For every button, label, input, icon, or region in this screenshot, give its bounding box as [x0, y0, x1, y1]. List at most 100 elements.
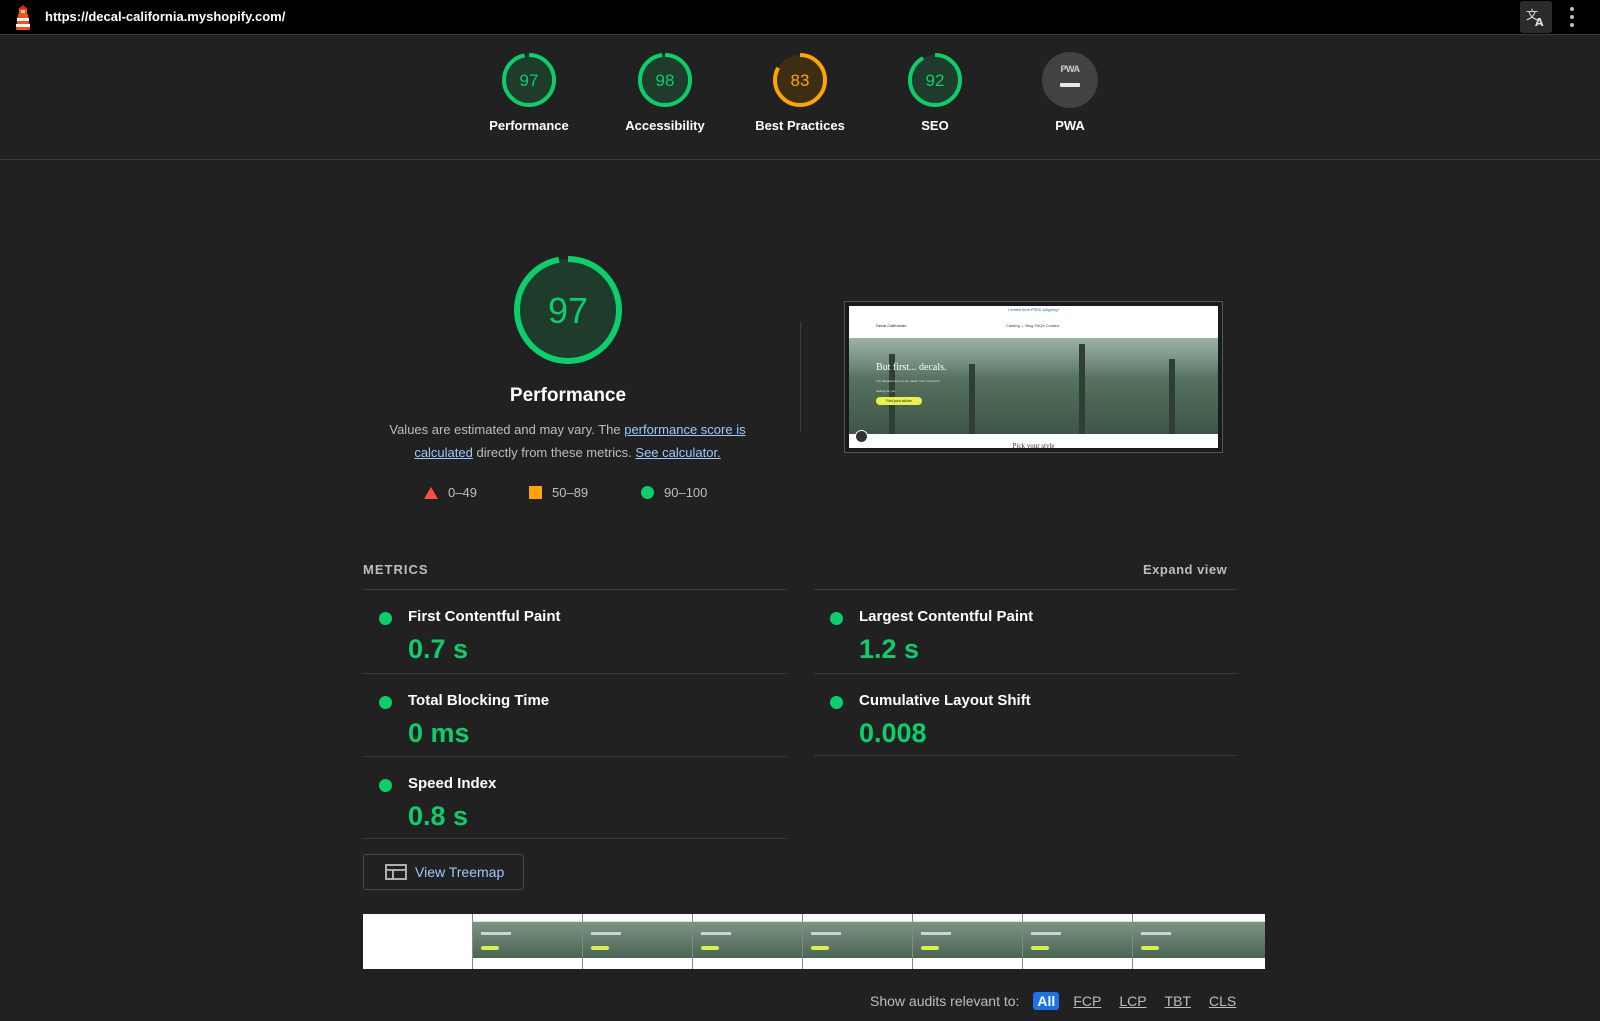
- fs-hero-image: But first... decals. The happiest time o…: [849, 338, 1218, 434]
- page-url: https://decal-california.myshopify.com/: [45, 9, 286, 24]
- svg-text:A: A: [1535, 16, 1544, 28]
- metric-value: 1.2 s: [859, 634, 920, 664]
- fs-footer-heading: Pick your style: [1012, 442, 1055, 450]
- pwa-badge-text: PWA: [1060, 64, 1080, 74]
- gauge-ring: 92: [908, 53, 962, 107]
- gauge-score: 92: [926, 71, 945, 90]
- filmstrip-frame: [803, 914, 913, 969]
- gauge-ring: 83: [773, 53, 827, 107]
- performance-gauge: 97: [514, 256, 622, 364]
- filmstrip-frame: [363, 914, 473, 969]
- metric-title: Largest Contentful Paint: [859, 608, 1034, 625]
- gauge-label: Accessibility: [625, 118, 705, 133]
- pass-circle-icon: [830, 612, 843, 625]
- divider: [814, 589, 1237, 590]
- see-calculator-link[interactable]: See calculator.: [635, 445, 720, 460]
- triangle-icon: [424, 486, 438, 499]
- metric-value: 0.7 s: [408, 634, 469, 664]
- fs-brand: Decal Californian: [876, 323, 907, 328]
- metric-lcp: Largest Contentful Paint 1.2 s: [814, 604, 1214, 684]
- filmstrip-frame: [1133, 914, 1265, 969]
- expand-view-toggle[interactable]: Expand view: [1143, 562, 1227, 577]
- gauge-score: 98: [656, 71, 675, 90]
- gauge-ring: 97: [502, 53, 556, 107]
- filter-chip-tbt[interactable]: TBT: [1161, 992, 1195, 1010]
- view-treemap-button[interactable]: View Treemap: [363, 854, 524, 890]
- circle-icon: [641, 486, 654, 499]
- treemap-icon: [385, 864, 407, 880]
- metric-title: Speed Index: [408, 775, 497, 792]
- gauge-label: PWA: [1055, 118, 1085, 133]
- divider: [814, 755, 1237, 756]
- divider: [363, 673, 787, 674]
- metrics-title: METRICS: [363, 562, 429, 577]
- gauge-performance[interactable]: 97 Performance: [474, 52, 584, 133]
- gauge-ring: 98: [638, 53, 692, 107]
- filmstrip-frame: [473, 914, 583, 969]
- gauge-score: 97: [520, 71, 539, 90]
- desc-text: Values are estimated and may vary. The: [389, 422, 625, 437]
- browser-toolbar: https://decal-california.myshopify.com/ …: [0, 0, 1600, 35]
- lighthouse-icon: [16, 5, 30, 30]
- filter-chip-all[interactable]: All: [1033, 992, 1060, 1010]
- gauge-pwa[interactable]: PWA PWA: [1015, 52, 1125, 133]
- legend-range: 90–100: [664, 485, 708, 500]
- pass-circle-icon: [379, 612, 392, 625]
- pass-circle-icon: [379, 779, 392, 792]
- metric-title: First Contentful Paint: [408, 608, 561, 625]
- fs-subtext: The happiest time on the roads. Your 4 a…: [876, 379, 940, 393]
- legend-item-average: 50–89: [529, 485, 588, 500]
- gauge-label: Best Practices: [755, 118, 845, 133]
- performance-description: Values are estimated and may vary. The p…: [370, 418, 765, 464]
- divider: [814, 673, 1237, 674]
- divider: [363, 589, 787, 590]
- legend-range: 50–89: [552, 485, 589, 500]
- square-icon: [529, 486, 542, 499]
- translate-button[interactable]: 文 A: [1520, 1, 1552, 33]
- gauge-best-practices[interactable]: 83 Best Practices: [745, 52, 855, 133]
- fs-nav: Limited time FREE shipping! Decal Califo…: [849, 306, 1218, 338]
- filmstrip-frame: [1023, 914, 1133, 969]
- final-screenshot[interactable]: Limited time FREE shipping! Decal Califo…: [844, 301, 1223, 453]
- filter-label: Show audits relevant to:: [870, 993, 1020, 1009]
- filter-chip-cls[interactable]: CLS: [1205, 992, 1240, 1010]
- gauge-accessibility[interactable]: 98 Accessibility: [610, 52, 720, 133]
- pass-circle-icon: [379, 696, 392, 709]
- view-treemap-label: View Treemap: [415, 864, 505, 880]
- metric-value: 0 ms: [408, 718, 470, 748]
- filter-chip-lcp[interactable]: LCP: [1115, 992, 1150, 1010]
- gauge-seo[interactable]: 92 SEO: [880, 52, 990, 133]
- metric-value: 0.008: [859, 718, 927, 748]
- legend-range: 0–49: [448, 485, 477, 500]
- metric-fcp: First Contentful Paint 0.7 s: [363, 604, 763, 684]
- translate-icon: 文 A: [1526, 7, 1544, 28]
- legend-item-pass: 90–100: [641, 485, 707, 500]
- metric-title: Total Blocking Time: [408, 692, 550, 709]
- filmstrip-frame: [693, 914, 803, 969]
- gauge-label: Performance: [489, 118, 569, 133]
- fs-cta: Find your sticker: [876, 397, 922, 405]
- metric-speed-index: Speed Index 0.8 s: [363, 771, 763, 851]
- desc-text: directly from these metrics.: [472, 445, 636, 460]
- metric-value: 0.8 s: [408, 801, 469, 831]
- metric-title: Cumulative Layout Shift: [859, 692, 1031, 709]
- gauge-label: SEO: [921, 118, 949, 133]
- filmstrip: [363, 914, 1271, 969]
- metric-cls: Cumulative Layout Shift 0.008: [814, 688, 1214, 768]
- filter-chip-fcp[interactable]: FCP: [1069, 992, 1105, 1010]
- fs-announcement: Limited time FREE shipping!: [1008, 307, 1059, 312]
- divider: [363, 756, 787, 757]
- divider: [363, 838, 787, 839]
- audit-filter: Show audits relevant to: All FCP LCP TBT…: [870, 990, 1250, 1012]
- legend-item-fail: 0–49: [424, 485, 477, 500]
- pass-circle-icon: [830, 696, 843, 709]
- kebab-menu-icon[interactable]: [1566, 7, 1578, 27]
- fs-nav-links: Catalog ⌄ Blog FAQs Contact: [1006, 323, 1060, 328]
- divider: [800, 322, 801, 432]
- pwa-badge-icon: PWA: [1042, 52, 1098, 108]
- performance-title: Performance: [509, 385, 627, 406]
- fs-headline: But first... decals.: [876, 362, 947, 373]
- filmstrip-frame: [583, 914, 693, 969]
- pwa-dash: [1060, 83, 1080, 87]
- score-gauges: 97 Performance 98 Accessibility 83 Best …: [0, 36, 1600, 160]
